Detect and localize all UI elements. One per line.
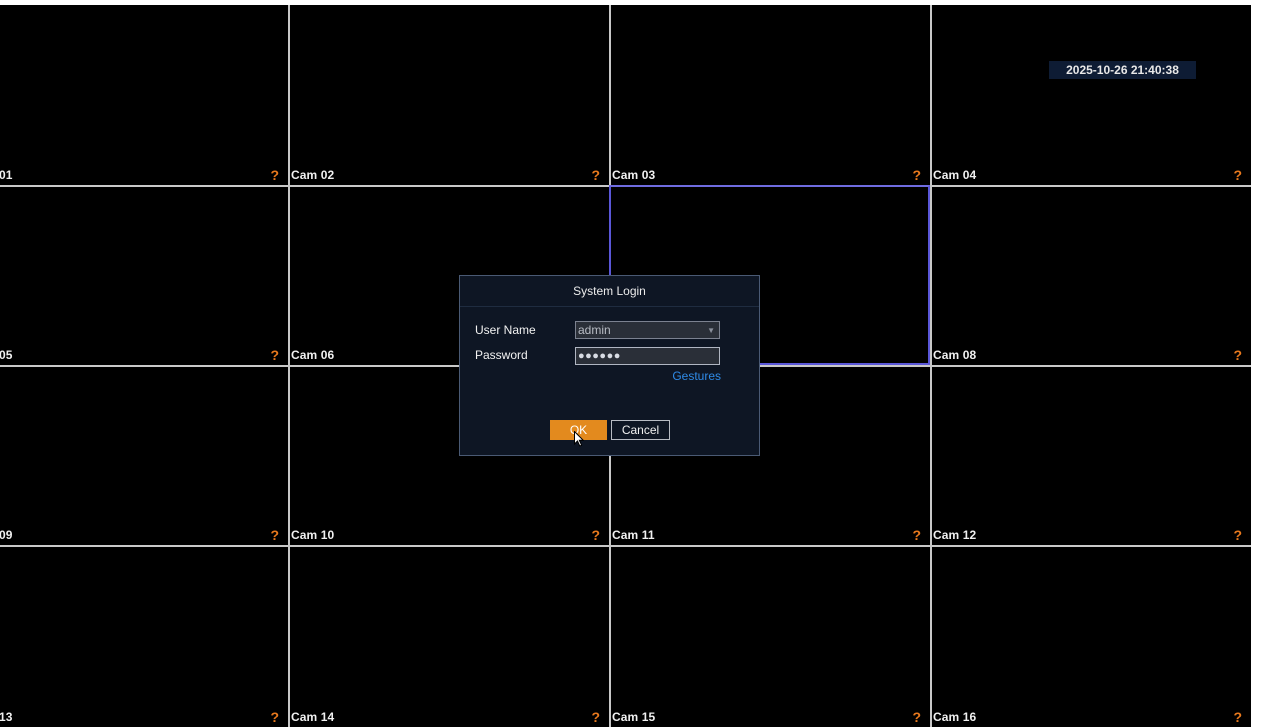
camera-cell-13[interactable]: 13 ? — [0, 547, 288, 727]
question-mark-icon: ? — [912, 167, 921, 183]
camera-label: Cam 12 — [933, 528, 977, 542]
camera-cell-12[interactable]: Cam 12 ? — [932, 367, 1251, 545]
question-mark-icon: ? — [912, 527, 921, 543]
username-select[interactable]: admin ▼ — [575, 321, 720, 339]
camera-cell-02[interactable]: Cam 02 ? — [290, 5, 609, 185]
question-mark-icon: ? — [270, 167, 279, 183]
question-mark-icon: ? — [912, 709, 921, 725]
username-label: User Name — [475, 323, 536, 337]
camera-cell-05[interactable]: 05 ? — [0, 187, 288, 365]
camera-label: 09 — [0, 528, 13, 542]
camera-cell-04[interactable]: Cam 04 ? — [932, 5, 1251, 185]
question-mark-icon: ? — [591, 167, 600, 183]
camera-cell-03[interactable]: Cam 03 ? — [611, 5, 930, 185]
camera-label: Cam 04 — [933, 168, 977, 182]
question-mark-icon: ? — [1233, 167, 1242, 183]
camera-label: Cam 06 — [291, 348, 335, 362]
camera-label: Cam 16 — [933, 710, 977, 724]
camera-cell-15[interactable]: Cam 15 ? — [611, 547, 930, 727]
dropdown-arrow-icon[interactable]: ▼ — [707, 322, 715, 339]
gestures-link[interactable]: Gestures — [672, 369, 721, 383]
question-mark-icon: ? — [591, 527, 600, 543]
question-mark-icon: ? — [591, 709, 600, 725]
question-mark-icon: ? — [1233, 709, 1242, 725]
question-mark-icon: ? — [270, 347, 279, 363]
dialog-title: System Login — [460, 276, 759, 307]
camera-cell-09[interactable]: 09 ? — [0, 367, 288, 545]
question-mark-icon: ? — [270, 527, 279, 543]
question-mark-icon: ? — [270, 709, 279, 725]
grid-divider-horizontal — [0, 545, 1251, 547]
camera-label: 13 — [0, 710, 13, 724]
camera-cell-08[interactable]: Cam 08 ? — [932, 187, 1251, 365]
camera-label: Cam 03 — [612, 168, 656, 182]
camera-cell-14[interactable]: Cam 14 ? — [290, 547, 609, 727]
question-mark-icon: ? — [1233, 527, 1242, 543]
camera-label: Cam 11 — [612, 528, 655, 542]
camera-cell-16[interactable]: Cam 16 ? — [932, 547, 1251, 727]
camera-label: Cam 14 — [291, 710, 335, 724]
question-mark-icon: ? — [1233, 347, 1242, 363]
camera-label: Cam 10 — [291, 528, 335, 542]
camera-label: Cam 15 — [612, 710, 656, 724]
datetime-display: 2025-10-26 21:40:38 — [1049, 61, 1196, 79]
camera-label: 05 — [0, 348, 13, 362]
camera-label: 01 — [0, 168, 13, 182]
password-input[interactable]: ●●●●●● — [575, 347, 720, 365]
nvr-screen: 01 ? Cam 02 ? Cam 03 ? Cam 04 ? 05 ? Cam… — [0, 0, 1285, 727]
camera-cell-01[interactable]: 01 ? — [0, 5, 288, 185]
cancel-button[interactable]: Cancel — [611, 420, 670, 440]
system-login-dialog: System Login User Name admin ▼ Password … — [459, 275, 760, 456]
camera-label: Cam 08 — [933, 348, 977, 362]
camera-label: Cam 02 — [291, 168, 335, 182]
password-label: Password — [475, 348, 528, 362]
mouse-pointer-icon — [574, 431, 584, 447]
username-value: admin — [578, 323, 611, 337]
